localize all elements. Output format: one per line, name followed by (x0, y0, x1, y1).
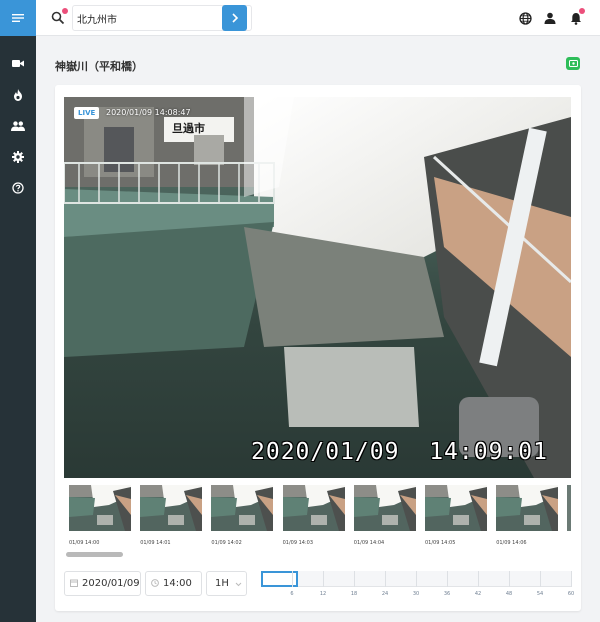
person-icon (544, 12, 556, 24)
time-picker[interactable]: 14:00 (145, 571, 202, 596)
timeline-tick (416, 571, 417, 587)
timeline-tick-label: 42 (474, 591, 482, 597)
thumbnail-image (211, 485, 274, 531)
shop-sign: 旦過市 (172, 122, 205, 135)
menu-button[interactable] (0, 0, 36, 36)
time-value: 14:00 (163, 578, 192, 589)
thumbnail-item[interactable] (567, 485, 571, 549)
sidebar-item-settings[interactable] (0, 141, 36, 172)
thumbnail-time: 01/09 14:06 (496, 540, 527, 546)
sidebar-item-cameras[interactable] (0, 48, 36, 79)
sidebar-item-fire[interactable] (0, 79, 36, 110)
search-input[interactable] (77, 9, 217, 27)
video-camera-icon (12, 60, 24, 67)
date-value: 2020/01/09 (82, 578, 140, 589)
top-bar (36, 0, 600, 36)
thumbnail-image (282, 485, 345, 531)
clock-icon (151, 579, 159, 587)
timeline-tick (385, 571, 386, 587)
language-button[interactable] (516, 9, 534, 27)
globe-icon (518, 11, 532, 25)
thumbnail-time: 01/09 14:05 (425, 540, 456, 546)
notifications-button[interactable] (567, 8, 585, 27)
thumbnail-strip: 01/09 14:00 01/09 14:01 01/09 14:02 01/09 1… (64, 480, 571, 560)
timeline-tick (354, 571, 355, 587)
help-icon (12, 181, 24, 194)
timeline-tick (540, 571, 541, 587)
timeline-tick (571, 571, 572, 587)
thumbnail-scrollbar[interactable] (64, 552, 571, 557)
chevron-right-icon (231, 13, 238, 23)
search-submit-button[interactable] (222, 5, 247, 31)
notification-dot (62, 8, 68, 14)
timeline-tick (447, 571, 448, 587)
thumbnail-time: 01/09 14:01 (140, 540, 171, 546)
date-picker[interactable]: 2020/01/09 (64, 571, 141, 596)
camera-osd-timestamp: 2020/01/09 14:09:01 (251, 439, 548, 465)
range-value: 1H (215, 578, 229, 589)
thumbnail-time: 01/09 14:04 (353, 540, 385, 546)
calendar-icon (70, 579, 78, 587)
thumbnail-time: 01/09 14:02 (211, 540, 242, 546)
timeline-tick-label: 54 (536, 591, 544, 597)
live-timestamp: 2020/01/09 14:08:47 (106, 108, 191, 117)
page-title: 神嶽川（平和橋） (55, 60, 143, 73)
timeline-tick (292, 571, 293, 587)
timeline-tick-label: 24 (381, 591, 389, 597)
timeline-tick-label: 30 (412, 591, 420, 597)
timeline-tick (478, 571, 479, 587)
timeline-tick-label: 60 (567, 591, 575, 597)
notification-dot (579, 8, 585, 14)
thumbnail-item[interactable]: 01/09 14:02 (211, 485, 274, 549)
scrollbar-thumb[interactable] (66, 552, 123, 557)
sidebar-item-help[interactable] (0, 172, 36, 203)
flame-icon (14, 88, 22, 101)
thumbnail-item[interactable]: 01/09 14:01 (140, 485, 203, 549)
thumbnail-item[interactable]: 01/09 14:04 (353, 485, 416, 549)
sidebar-item-users[interactable] (0, 110, 36, 141)
camera-action-button[interactable] (566, 57, 580, 70)
timeline-scrubber[interactable] (261, 571, 572, 587)
osd-date: 2020/01/09 (251, 439, 400, 465)
thumbnail-image (567, 485, 571, 531)
timeline-tick-label: 36 (443, 591, 451, 597)
thumbnail-time: 01/09 14:03 (282, 540, 314, 546)
live-video[interactable]: LIVE 2020/01/09 14:08:47 旦過市 2020/01/09 … (64, 97, 571, 478)
thumbnail-item[interactable]: 01/09 14:00 (69, 485, 131, 549)
account-button[interactable] (541, 9, 559, 27)
timeline-tick-label: 18 (350, 591, 358, 597)
thumbnail-image (353, 485, 416, 531)
timeline-tick-label: 6 (290, 591, 294, 597)
timeline-tick (509, 571, 510, 587)
timeline-tick (323, 571, 324, 587)
osd-time: 14:09:01 (429, 439, 548, 465)
search-toggle[interactable] (50, 8, 68, 27)
thumbnail-time: 01/09 14:00 (69, 540, 100, 546)
timeline-tick-label: 12 (319, 591, 327, 597)
timeline-tick-label: 48 (505, 591, 513, 597)
chevron-down-icon (235, 582, 242, 587)
thumbnail-image (425, 485, 487, 531)
live-badge: LIVE (74, 107, 100, 119)
sidebar (0, 0, 36, 622)
range-select[interactable]: 1H (206, 571, 247, 596)
camera-frame (64, 97, 571, 478)
people-icon (11, 120, 25, 131)
thumbnail-image (69, 485, 131, 531)
thumbnail-item[interactable]: 01/09 14:03 (282, 485, 345, 549)
menu-icon (12, 14, 24, 22)
thumbnail-image (140, 485, 203, 531)
thumbnail-image (496, 485, 559, 531)
thumbnail-item[interactable]: 01/09 14:06 (496, 485, 559, 549)
gear-icon (12, 150, 24, 163)
thumbnail-item[interactable]: 01/09 14:05 (425, 485, 487, 549)
screen-icon (568, 60, 578, 67)
